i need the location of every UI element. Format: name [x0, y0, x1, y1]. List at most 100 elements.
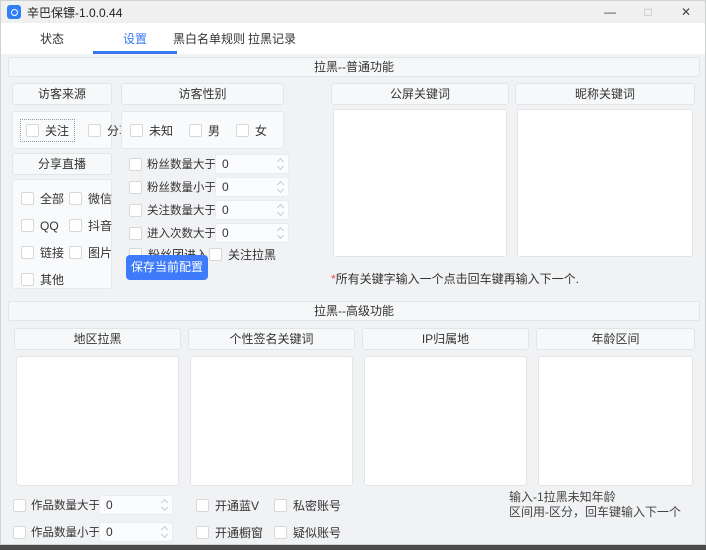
checkbox-other[interactable]: 其他 — [21, 271, 69, 288]
enter-times-input-wrap — [215, 223, 289, 243]
checkbox-box[interactable] — [69, 246, 82, 259]
tab-block-records[interactable]: 拉黑记录 — [247, 23, 297, 54]
checkbox-label: 开通蓝V — [215, 499, 260, 513]
age-note-line1: 输入-1拉黑未知年龄 — [509, 490, 616, 504]
titlebar: 辛巴保镖-1.0.0.44 — □ ✕ — [1, 1, 705, 23]
spinner-down-icon[interactable] — [160, 503, 168, 512]
checkbox-private-account[interactable]: 私密账号 — [274, 497, 341, 514]
checkbox-box[interactable] — [69, 219, 82, 232]
ip-location-header: IP归属地 — [362, 328, 529, 350]
follow-greater-input-wrap — [215, 200, 289, 220]
follow-greater-input[interactable] — [216, 203, 272, 217]
checkbox-label: 未知 — [149, 123, 174, 138]
checkbox-follow-block[interactable]: 关注拉黑 — [209, 246, 276, 263]
rule-label: 关注数量大于 — [147, 205, 216, 217]
checkbox-box[interactable] — [21, 273, 34, 286]
spinner[interactable] — [272, 226, 288, 240]
checkbox-box[interactable] — [274, 526, 287, 539]
spinner-down-icon[interactable] — [276, 208, 284, 217]
save-config-button[interactable]: 保存当前配置 — [126, 255, 208, 280]
checkbox-box[interactable] — [69, 192, 82, 205]
checkbox-works-less[interactable] — [13, 525, 26, 539]
screen: 辛巴保镖-1.0.0.44 — □ ✕ 状态 设置 黑白名单规则 拉黑记录 拉黑… — [0, 0, 706, 550]
checkbox-box[interactable] — [130, 123, 143, 137]
ip-location-textarea[interactable] — [364, 356, 527, 486]
fans-greater-input[interactable] — [216, 157, 272, 171]
checkbox-label: QQ — [40, 218, 59, 233]
checkbox-box[interactable] — [274, 499, 287, 512]
rule-label: 作品数量小于 — [31, 527, 100, 539]
nickname-keywords-textarea[interactable] — [517, 109, 693, 257]
app-window: 辛巴保镖-1.0.0.44 — □ ✕ 状态 设置 黑白名单规则 拉黑记录 拉黑… — [0, 0, 706, 545]
checkbox-box[interactable] — [189, 123, 203, 137]
spinner[interactable] — [272, 180, 288, 194]
checkbox-gender-female[interactable]: 女 — [236, 122, 267, 139]
checkbox-box[interactable] — [196, 499, 209, 512]
tab-status[interactable]: 状态 — [22, 23, 82, 54]
checkbox-label: 女 — [255, 123, 268, 138]
checkbox-follow-greater[interactable] — [129, 203, 142, 217]
visitor-source-header: 访客来源 — [12, 83, 112, 105]
checkbox-label: 开通橱窗 — [215, 526, 264, 540]
spinner-down-icon[interactable] — [160, 530, 168, 539]
tab-blackwhite-rules[interactable]: 黑白名单规则 — [171, 23, 247, 54]
checkbox-box[interactable] — [88, 123, 102, 137]
age-range-textarea[interactable] — [538, 356, 693, 486]
checkbox-works-greater[interactable] — [13, 498, 26, 512]
note-text: 所有关键字输入一个点击回车键再输入下一个. — [335, 272, 580, 286]
spinner-down-icon[interactable] — [276, 162, 284, 171]
checkbox-image[interactable]: 图片 — [69, 244, 113, 261]
rule-label: 粉丝数量大于 — [147, 159, 216, 171]
region-blacklist-textarea[interactable] — [16, 356, 179, 486]
share-live-options: 全部 微信 QQ 抖音 链接 图片 其他 — [13, 180, 113, 288]
section-basic-title: 拉黑--普通功能 — [8, 57, 700, 77]
rule-works-greater: 作品数量大于 — [13, 495, 173, 515]
checkbox-follow[interactable]: 关注 — [19, 118, 76, 142]
works-less-input[interactable] — [100, 525, 156, 539]
spinner[interactable] — [156, 498, 172, 512]
checkbox-all[interactable]: 全部 — [21, 190, 69, 207]
checkbox-wechat[interactable]: 微信 — [69, 190, 113, 207]
checkbox-fans-greater[interactable] — [129, 157, 142, 171]
tab-settings[interactable]: 设置 — [93, 23, 177, 54]
fans-less-input[interactable] — [216, 180, 272, 194]
checkbox-box[interactable] — [21, 246, 34, 259]
checkbox-fans-less[interactable] — [129, 180, 142, 194]
checkbox-gender-male[interactable]: 男 — [189, 122, 220, 139]
checkbox-box[interactable] — [236, 123, 250, 137]
taskbar-strip — [0, 545, 706, 550]
checkbox-box[interactable] — [21, 192, 34, 205]
visitor-gender-header: 访客性别 — [121, 83, 284, 105]
checkbox-douyin[interactable]: 抖音 — [69, 217, 113, 234]
visitor-gender-options: 未知 男 女 — [122, 112, 283, 148]
enter-times-input[interactable] — [216, 226, 272, 240]
close-button[interactable]: ✕ — [667, 1, 705, 23]
checkbox-label: 男 — [208, 123, 221, 138]
checkbox-shop-window[interactable]: 开通橱窗 — [196, 524, 263, 541]
checkbox-label: 链接 — [40, 246, 65, 260]
checkbox-qq[interactable]: QQ — [21, 217, 69, 234]
spinner[interactable] — [272, 157, 288, 171]
works-greater-input[interactable] — [100, 498, 156, 512]
checkbox-suspected-account[interactable]: 疑似账号 — [274, 524, 341, 541]
share-live-header: 分享直播 — [12, 153, 112, 175]
checkbox-link[interactable]: 链接 — [21, 244, 69, 261]
spinner-down-icon[interactable] — [276, 185, 284, 194]
checkbox-label: 关注 — [45, 123, 70, 138]
checkbox-enter-times-greater[interactable] — [129, 226, 142, 240]
public-keywords-textarea[interactable] — [333, 109, 507, 257]
signature-keywords-textarea[interactable] — [190, 356, 353, 486]
checkbox-box[interactable] — [196, 526, 209, 539]
spinner-down-icon[interactable] — [276, 231, 284, 240]
checkbox-box[interactable] — [26, 123, 39, 137]
checkbox-box[interactable] — [209, 248, 222, 261]
minimize-button[interactable]: — — [591, 1, 629, 23]
share-live-box: 全部 微信 QQ 抖音 链接 图片 其他 — [12, 179, 112, 289]
nickname-keywords-header: 昵称关键词 — [515, 83, 695, 105]
spinner[interactable] — [156, 525, 172, 539]
app-logo-icon — [7, 5, 21, 19]
spinner[interactable] — [272, 203, 288, 217]
checkbox-box[interactable] — [21, 219, 34, 232]
checkbox-blue-v[interactable]: 开通蓝V — [196, 497, 259, 514]
checkbox-gender-unknown[interactable]: 未知 — [130, 122, 173, 139]
